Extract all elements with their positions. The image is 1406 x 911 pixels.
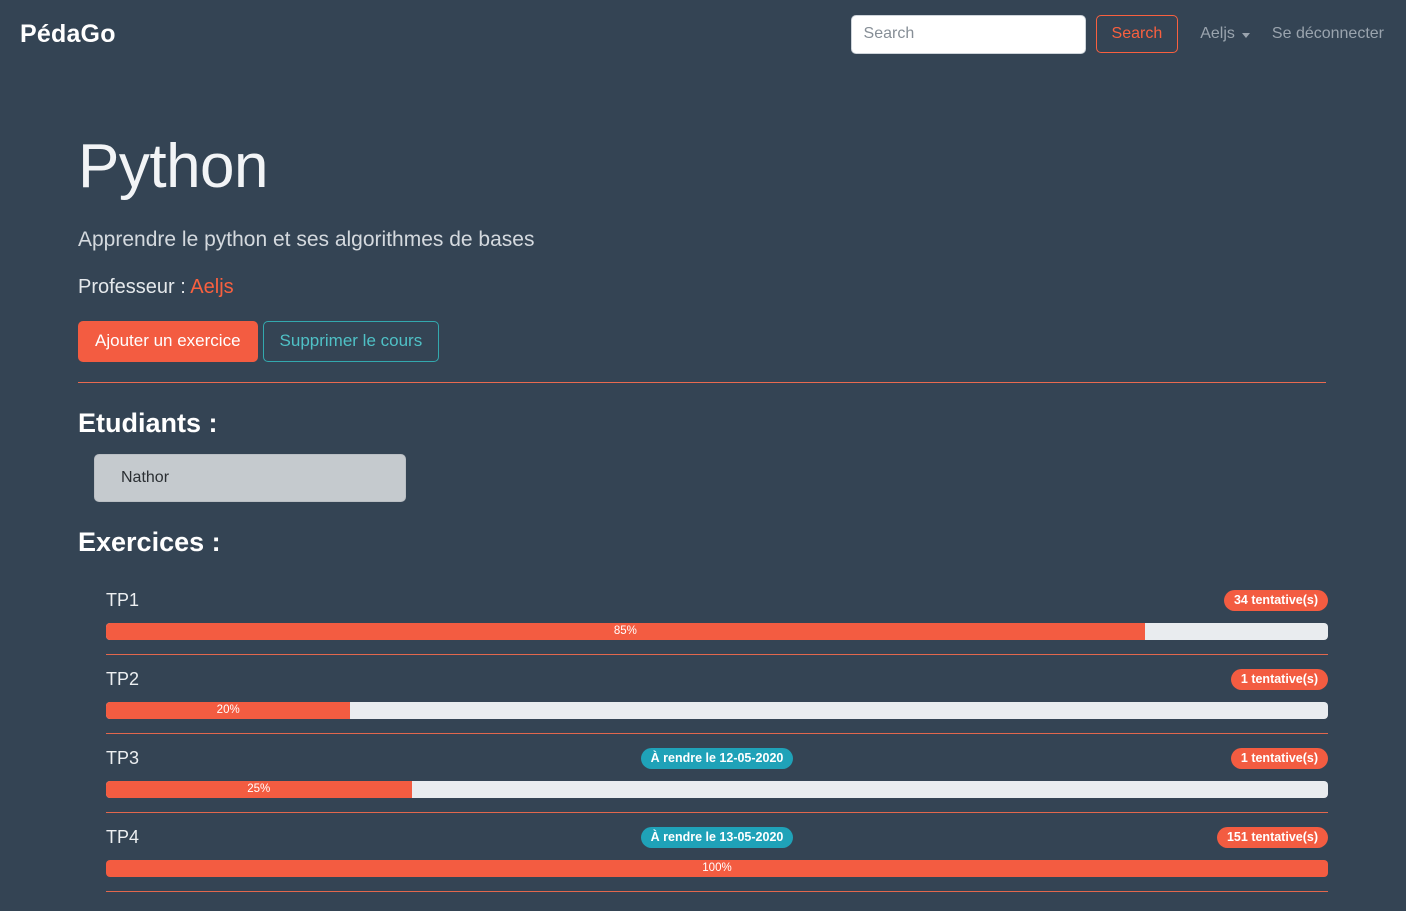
- professor-link[interactable]: Aeljs: [190, 276, 233, 298]
- exercise-header: TP3 À rendre le 12-05-2020 1 tentative(s): [106, 745, 1328, 771]
- brand-logo[interactable]: PédaGo: [20, 21, 116, 47]
- logout-link[interactable]: Se déconnecter: [1272, 25, 1384, 43]
- progress-bar-fill: 85%: [106, 623, 1145, 641]
- due-date-badge[interactable]: À rendre le 13-05-2020: [640, 827, 794, 848]
- due-badge-slot: À rendre le 13-05-2020: [106, 827, 1328, 848]
- navbar-right-group: Search Aeljs Se déconnecter: [850, 14, 1384, 54]
- search-input[interactable]: [850, 14, 1086, 54]
- list-item[interactable]: TP4 À rendre le 13-05-2020 151 tentative(s…: [106, 813, 1328, 893]
- exercise-name: TP3: [106, 748, 140, 769]
- progress-label: 20%: [216, 704, 240, 717]
- page-title: Python: [78, 132, 269, 201]
- exercise-name: TP2: [106, 669, 140, 690]
- list-item[interactable]: TP3 À rendre le 12-05-2020 1 tentative(s) 2…: [106, 734, 1328, 814]
- exercises-heading: Exercices :: [78, 526, 221, 557]
- exercise-header: TP1 34 tentative(s): [106, 587, 1328, 613]
- due-badge-slot: À rendre le 12-05-2020: [106, 748, 1328, 769]
- chevron-down-icon: [1241, 32, 1250, 38]
- exercises-list: TP1 34 tentative(s) 85% TP2 1 tentative(s) 20…: [78, 576, 1328, 893]
- attempts-badge[interactable]: 1 tentative(s): [1230, 748, 1328, 769]
- student-name: Nathor: [121, 468, 170, 486]
- progress-bar-fill: 100%: [106, 860, 1328, 878]
- top-navbar: PédaGo Search Aeljs Se déconnecter: [0, 0, 1406, 68]
- professor-label: Professeur :: [78, 276, 186, 299]
- list-item[interactable]: TP1 34 tentative(s) 85%: [106, 576, 1328, 656]
- attempts-badge[interactable]: 34 tentative(s): [1223, 590, 1328, 611]
- students-heading: Etudiants :: [78, 407, 218, 438]
- progress-bar-track: 85%: [106, 623, 1328, 641]
- user-menu-label: Aeljs: [1200, 25, 1235, 42]
- list-item[interactable]: TP2 1 tentative(s) 20%: [106, 655, 1328, 735]
- page-container: Python Apprendre le python et ses algori…: [78, 68, 1328, 893]
- progress-label: 85%: [613, 625, 637, 638]
- user-menu-dropdown[interactable]: Aeljs: [1200, 25, 1250, 43]
- exercise-name: TP4: [106, 827, 140, 848]
- attempts-badge[interactable]: 1 tentative(s): [1230, 669, 1328, 690]
- progress-bar-track: 100%: [106, 860, 1328, 878]
- add-exercise-button[interactable]: Ajouter un exercice: [78, 321, 258, 362]
- delete-course-button[interactable]: Supprimer le cours: [262, 321, 440, 362]
- students-list: Nathor: [78, 453, 1328, 502]
- exercise-name: TP1: [106, 590, 140, 611]
- progress-label: 25%: [247, 783, 271, 796]
- exercise-header: TP4 À rendre le 13-05-2020 151 tentative(s…: [106, 824, 1328, 850]
- progress-bar-fill: 25%: [106, 781, 412, 799]
- course-description: Apprendre le python et ses algorithmes d…: [78, 227, 535, 251]
- attempts-badge[interactable]: 151 tentative(s): [1216, 827, 1328, 848]
- header-divider: [78, 381, 1326, 383]
- due-date-badge[interactable]: À rendre le 12-05-2020: [640, 748, 794, 769]
- search-button[interactable]: Search: [1095, 15, 1179, 53]
- progress-bar-fill: 20%: [106, 702, 351, 720]
- list-item[interactable]: Nathor: [94, 453, 406, 502]
- course-actions: Ajouter un exercice Supprimer le cours: [78, 321, 1328, 362]
- exercise-header: TP2 1 tentative(s): [106, 666, 1328, 692]
- progress-label: 100%: [702, 862, 732, 875]
- progress-bar-track: 20%: [106, 702, 1328, 720]
- course-professor: Professeur : Aeljs: [78, 275, 1328, 299]
- progress-bar-track: 25%: [106, 781, 1328, 799]
- course-header: Python Apprendre le python et ses algori…: [78, 68, 1328, 383]
